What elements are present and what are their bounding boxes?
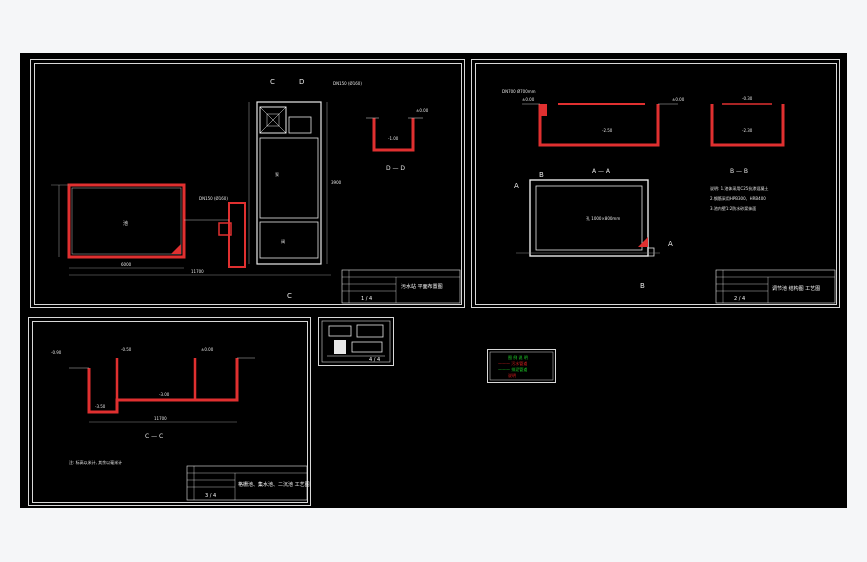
section-mark: B xyxy=(640,282,645,290)
spec-note: 3.池内壁1:2防水砂浆抹面 xyxy=(710,205,756,211)
title-block-no: 2 / 4 xyxy=(734,296,745,302)
plan-drawing: 池 6000 11700 DN150 (Ø160) 泵 阀 C D C 3900… xyxy=(51,78,461,304)
section-title: A — A xyxy=(592,168,611,175)
drawing-sheet-long-section[interactable]: -0.90 -0.50 ±0.00 -3.00 -3.50 11700 C — … xyxy=(28,317,311,506)
dim-text: 3900 xyxy=(331,180,342,185)
level-text: -0.50 xyxy=(121,347,132,352)
room-label: 阀 xyxy=(281,238,285,244)
level-text: ±0.00 xyxy=(672,97,685,102)
level-text: ±0.00 xyxy=(416,108,429,113)
section-mark: A xyxy=(514,182,519,190)
section-mark: A xyxy=(668,240,673,248)
section-mark: C xyxy=(270,78,275,86)
title-block-text: 格栅池、集水池、二沉池 工艺图 xyxy=(238,481,310,488)
level-text: -0.90 xyxy=(51,350,62,355)
dim-text: 11700 xyxy=(191,269,204,274)
section-title: C — C xyxy=(145,433,163,440)
legend-content: 图 例 说 明 ——— 污水管道 ——— 排泥管道 说明 xyxy=(489,351,554,381)
note-text: 注: 标高以米计, 其余以毫米计 xyxy=(69,459,122,465)
level-text: -2.30 xyxy=(742,128,753,133)
level-text: DN150 (Ø160) xyxy=(333,81,362,86)
legend-line: ——— 排泥管道 xyxy=(498,366,527,372)
drawing-sheet-plan[interactable]: 池 6000 11700 DN150 (Ø160) 泵 阀 C D C 3900… xyxy=(30,59,465,308)
section-title: D — D xyxy=(386,165,405,172)
title-block-no: 3 / 4 xyxy=(205,493,216,499)
level-text: ±0.00 xyxy=(201,347,214,352)
section-mark: C xyxy=(287,292,292,300)
pipe-note: DN150 (Ø160) xyxy=(199,196,228,201)
level-text: -3.50 xyxy=(95,404,106,409)
drawing-sheet-thumbnail[interactable]: 4 / 4 xyxy=(318,317,394,366)
spec-note: 2.钢筋采用HPB300、HRB400 xyxy=(710,195,766,201)
level-text: ±0.00 xyxy=(522,97,535,102)
dim-text: 11700 xyxy=(154,416,167,421)
level-text: -2.50 xyxy=(602,128,613,133)
legend-line: 说明 xyxy=(508,372,516,378)
section-mark: B xyxy=(539,171,544,179)
pipe-note: DN700 Ø700mm xyxy=(502,89,536,94)
opening-note: 孔 1000×800mm xyxy=(586,215,620,221)
legend-line: ——— 污水管道 xyxy=(498,360,527,366)
long-section-drawing: -0.90 -0.50 ±0.00 -3.00 -3.50 11700 C — … xyxy=(51,347,310,501)
title-block-no: 4 / 4 xyxy=(369,357,380,363)
section-title: B — B xyxy=(730,168,748,175)
level-text: -1.00 xyxy=(388,136,399,141)
dim-text: 6000 xyxy=(121,262,132,267)
drawing-sheet-sections[interactable]: DN700 Ø700mm ±0.00 ±0.00 -2.50 A — A -0.… xyxy=(471,59,840,308)
level-text: -0.30 xyxy=(742,96,753,101)
room-label: 泵 xyxy=(275,172,279,177)
legend-box[interactable]: 图 例 说 明 ——— 污水管道 ——— 排泥管道 说明 xyxy=(487,349,556,383)
legend-title: 图 例 说 明 xyxy=(508,354,528,360)
title-block-text: 调节池 结构图 工艺图 xyxy=(772,285,820,292)
title-block-text: 污水站 平面布置图 xyxy=(401,283,443,290)
level-text: -3.00 xyxy=(159,392,170,397)
section-mark: D xyxy=(299,78,304,86)
section-drawing: DN700 Ø700mm ±0.00 ±0.00 -2.50 A — A -0.… xyxy=(502,89,836,304)
spec-note: 说明: 1.池体采用C25抗渗混凝土 xyxy=(710,185,768,191)
title-block-no: 1 / 4 xyxy=(361,296,372,302)
thumbnail-drawing: 4 / 4 xyxy=(321,320,391,363)
cad-model-viewport[interactable]: 池 6000 11700 DN150 (Ø160) 泵 阀 C D C 3900… xyxy=(20,53,847,508)
tank-label: 池 xyxy=(123,220,128,227)
